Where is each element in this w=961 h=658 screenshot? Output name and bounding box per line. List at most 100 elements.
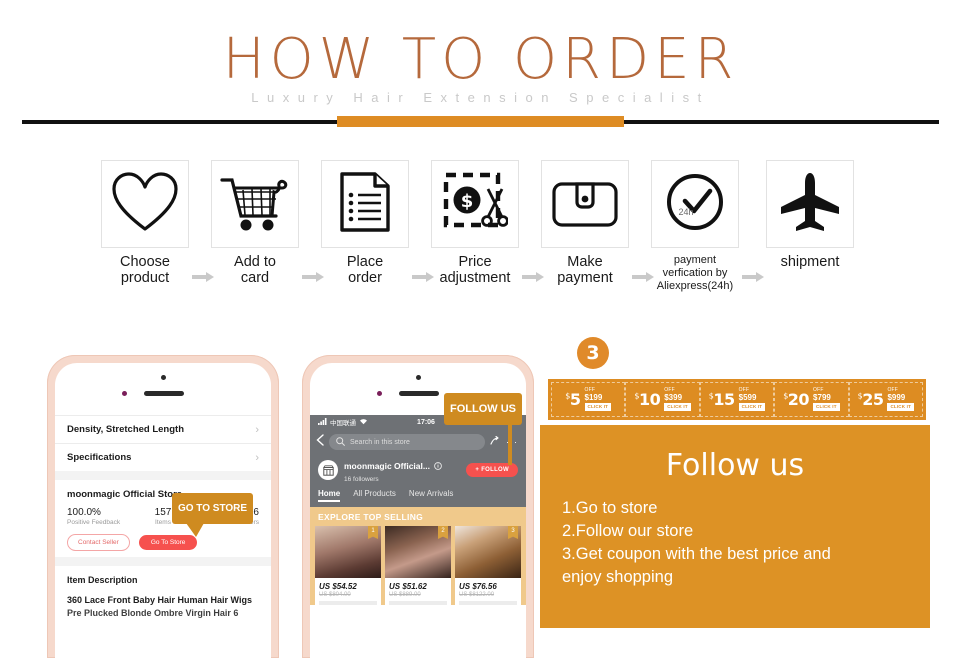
product-image: 3 [455, 526, 521, 578]
price-tag-scissors-icon: $ [442, 171, 509, 238]
coupon-threshold: $599 [738, 393, 757, 402]
chevron-right-icon: › [255, 423, 259, 436]
product-card[interactable]: 1 US $54.52 US $804.00 [315, 526, 381, 605]
earpiece-icon [398, 391, 439, 396]
step-caption-line3: Aliexpress(24h) [656, 280, 734, 292]
store-identity: moonmagic Official... 16 followers [344, 457, 460, 483]
coupon-threshold: $799 [813, 393, 831, 402]
heart-icon [111, 171, 179, 238]
coupon-item[interactable]: $5 OFF $199 CLICK IT [551, 382, 626, 417]
item-description-header: Item Description [67, 575, 138, 585]
step-add-to-cart: Add to card [209, 160, 301, 286]
back-arrow-icon[interactable] [316, 433, 324, 451]
step-caption-line1: Price [458, 254, 492, 270]
step-caption: Add to card [209, 254, 301, 286]
coupon-bar: $5 OFF $199 CLICK IT $10 OFF $399 CLICK … [548, 379, 926, 420]
how-to-order-page: HOW TO ORDER Luxury Hair Extension Speci… [0, 0, 961, 658]
coupon-cta-button[interactable]: CLICK IT [738, 403, 766, 411]
step-icon-box [766, 160, 854, 248]
go-to-store-callout: GO TO STORE [172, 493, 253, 537]
coupon-value: 5 [569, 390, 581, 409]
list-item-label: Specifications [67, 452, 132, 463]
tab-all-products[interactable]: All Products [353, 489, 396, 502]
coupon-detail: OFF $399 CLICK IT [664, 388, 691, 411]
coupon-item[interactable]: $10 OFF $399 CLICK IT [625, 382, 700, 417]
svg-text:$: $ [461, 191, 474, 212]
coupon-value: 15 [713, 390, 735, 409]
page-title: HOW TO ORDER [222, 27, 739, 92]
coupon-cta-button[interactable]: CLICK IT [887, 403, 915, 411]
coupon-item[interactable]: $25 OFF $999 CLICK IT [848, 382, 924, 417]
follow-button[interactable]: + FOLLOW [466, 463, 518, 477]
callout-label: GO TO STORE [177, 503, 248, 514]
product-image: 1 [315, 526, 381, 578]
follow-step: 3.Get coupon with the best price and [562, 545, 831, 563]
list-item-density[interactable]: Density, Stretched Length › [55, 416, 271, 443]
product-price: US $54.52 [319, 582, 357, 591]
step-icon-box [321, 160, 409, 248]
step-price-adjustment: $ Price adjustment [429, 160, 521, 286]
coupon-threshold: $399 [664, 393, 683, 402]
step-caption: shipment [764, 254, 856, 270]
step-icon-box: 24h [651, 160, 739, 248]
step-caption: Choose product [99, 254, 191, 286]
coupon-item[interactable]: $20 OFF $799 CLICK IT [774, 382, 849, 417]
follow-step: 1.Go to store [562, 499, 658, 517]
section-gap [55, 471, 271, 480]
tab-home[interactable]: Home [318, 489, 341, 502]
step-caption-line2: order [348, 270, 382, 286]
go-to-store-button[interactable]: Go To Store [138, 535, 198, 550]
product-card[interactable]: 2 US $51.62 US $889.00 [385, 526, 451, 605]
coupon-cta-button[interactable]: CLICK IT [664, 403, 691, 411]
search-icon [336, 436, 345, 448]
share-icon[interactable] [490, 433, 501, 451]
step-payment-verification: 24h payment verfication by Aliexpress(24… [649, 160, 741, 293]
step-icon-box [101, 160, 189, 248]
step-caption-line2: verfication by [662, 267, 728, 279]
signal-icon [318, 417, 327, 427]
coupon-amount: $10 [634, 390, 660, 409]
step-icon-box: $ [431, 160, 519, 248]
stat-value: 100.0% [67, 507, 101, 518]
info-icon[interactable] [434, 457, 442, 475]
carrier-label: 中国联通 [330, 420, 356, 427]
document-icon [339, 171, 391, 238]
earpiece-icon [143, 391, 184, 396]
step-caption-line1: Make [567, 254, 603, 270]
step-choose-product: Choose product [99, 160, 191, 286]
follow-us-title: Follow us [665, 448, 805, 483]
stat-positive-feedback: 100.0% Positive Feedback [67, 507, 131, 526]
chevron-right-icon: › [255, 451, 259, 464]
step-icon-box [211, 160, 299, 248]
tab-new-arrivals[interactable]: New Arrivals [409, 489, 453, 502]
item-description-line2: Pre Plucked Blonde Ombre Virgin Hair 6 [67, 608, 239, 618]
coupon-threshold: $199 [584, 393, 603, 402]
product-old-price: US $8122.00 [459, 592, 495, 598]
header-divider-accent [337, 116, 624, 127]
step-caption-line1: Place [346, 254, 384, 270]
rank-badge: 3 [508, 526, 518, 539]
store-header: moonmagic Official... 16 followers + FOL… [310, 455, 526, 487]
step-caption-line1: Choose [120, 254, 170, 270]
callout-tail-icon [508, 425, 512, 465]
callout-tail-icon [186, 523, 204, 537]
step-caption-line2: product [120, 270, 170, 286]
step-make-payment: Make payment [539, 160, 631, 286]
coupon-cta-button[interactable]: CLICK IT [813, 403, 840, 411]
step-caption-line1: payment [673, 254, 717, 266]
store-avatar [318, 460, 338, 480]
step-caption: Make payment [539, 254, 631, 286]
front-camera-icon [121, 391, 127, 396]
product-grid: 1 US $54.52 US $804.00 2 US $51.62 US $8… [310, 526, 526, 605]
step-caption-line2: adjustment [439, 270, 511, 286]
coupon-value: 20 [787, 390, 810, 409]
contact-seller-button[interactable]: Contact Seller [67, 534, 130, 551]
coupon-item[interactable]: $15 OFF $599 CLICK IT [699, 382, 775, 417]
product-card[interactable]: 3 US $76.56 US $8122.00 [455, 526, 521, 605]
step-place-order: Place order [319, 160, 411, 286]
list-item-specifications[interactable]: Specifications › [55, 444, 271, 471]
step-caption-line1: shipment [780, 254, 840, 270]
search-input[interactable]: Search in this store [329, 434, 485, 450]
coupon-cta-button[interactable]: CLICK IT [584, 403, 612, 411]
coupon-threshold: $999 [887, 393, 906, 402]
